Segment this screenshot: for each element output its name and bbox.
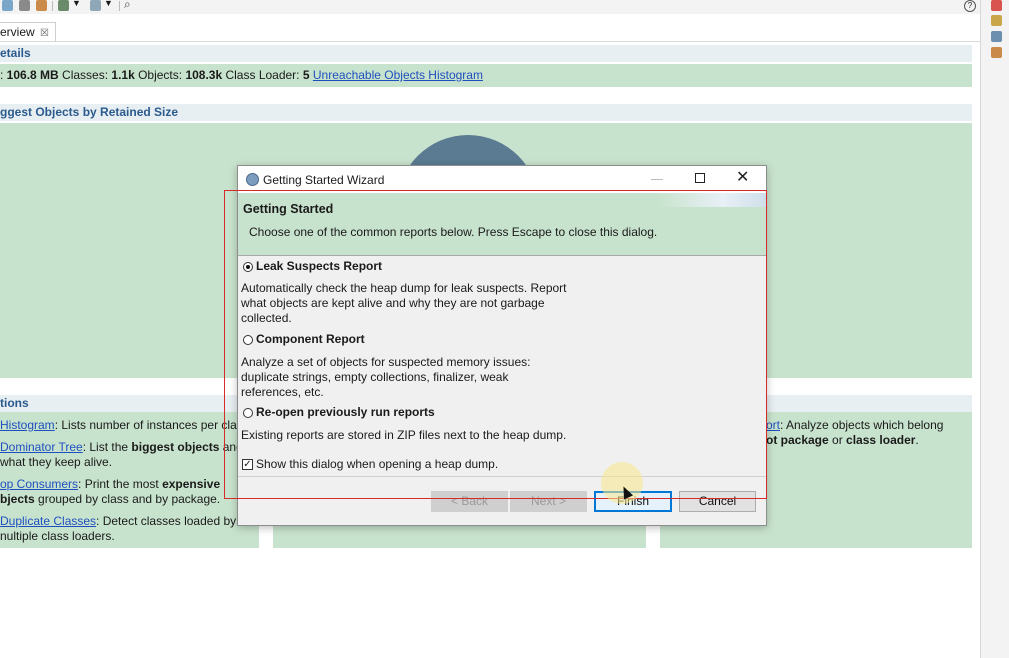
unreachable-histogram-link[interactable]: Unreachable Objects Histogram [313, 68, 483, 82]
details-section-header[interactable]: etails [0, 45, 972, 62]
tab-overview[interactable]: erview ☒ [0, 22, 56, 41]
class-loader-value: 5 [302, 68, 310, 82]
notes-icon[interactable] [991, 47, 1002, 58]
show-dialog-checkbox[interactable]: ✓ [242, 459, 253, 470]
objects-icon[interactable] [36, 0, 47, 11]
classes-value: 1.1k [111, 68, 135, 82]
dropdown-arrow-icon[interactable]: ▼ [104, 0, 113, 8]
outline-icon[interactable] [991, 31, 1002, 42]
action-dominator-tree: Dominator Tree: List the biggest objects… [0, 440, 243, 469]
header-banner-graphic [658, 193, 766, 207]
action-component-report: ort: Analyze objects which belong ot pac… [766, 418, 944, 447]
dialog-title: Getting Started Wizard [263, 173, 385, 187]
error-log-icon[interactable] [991, 0, 1002, 11]
help-icon[interactable]: ? [964, 0, 976, 12]
tab-divider [0, 41, 980, 42]
back-button[interactable]: < Back [431, 491, 508, 512]
query-icon[interactable] [19, 0, 30, 11]
action-top-consumers: op Consumers: Print the most expensive b… [0, 477, 221, 506]
reopen-reports-label[interactable]: Re-open previously run reports [256, 405, 435, 419]
run-icon[interactable] [90, 0, 101, 11]
maximize-icon[interactable] [695, 173, 705, 183]
minimize-icon[interactable] [651, 179, 663, 180]
component-report-link[interactable]: ort [766, 418, 780, 432]
duplicate-classes-link[interactable]: Duplicate Classes [0, 514, 96, 528]
dominator-tree-link[interactable]: Dominator Tree [0, 440, 83, 454]
leak-suspects-radio[interactable] [243, 262, 253, 272]
right-side-toolbar [980, 0, 1009, 658]
top-consumers-link[interactable]: op Consumers [0, 477, 78, 491]
biggest-objects-header-label: ggest Objects by Retained Size [0, 105, 179, 119]
getting-started-dialog: Getting Started Wizard ✕ Getting Started… [237, 165, 767, 526]
button-bar-separator [238, 476, 766, 477]
biggest-objects-section-header[interactable]: ggest Objects by Retained Size [0, 104, 972, 121]
close-icon[interactable]: ✕ [736, 169, 749, 187]
actions-header-label: tions [0, 396, 29, 410]
search-icon[interactable]: ⌕ [124, 0, 131, 12]
edit-icon[interactable] [991, 15, 1002, 26]
dialog-title-bar[interactable]: Getting Started Wizard ✕ [238, 166, 766, 193]
action-histogram: Histogram: Lists number of instances per… [0, 418, 243, 432]
leak-suspects-label[interactable]: Leak Suspects Report [256, 259, 382, 273]
reopen-reports-radio[interactable] [243, 408, 253, 418]
heap-size-value: 106.8 MB [6, 68, 59, 82]
details-header-label: etails [0, 46, 31, 60]
actions-panel-left: Histogram: Lists number of instances per… [0, 412, 259, 548]
objects-value: 108.3k [185, 68, 223, 82]
action-duplicate-classes: Duplicate Classes: Detect classes loaded… [0, 514, 237, 543]
dialog-header-title: Getting Started [243, 202, 334, 216]
tree-icon[interactable] [2, 0, 13, 11]
wizard-icon [246, 173, 259, 186]
details-line: : 106.8 MB Classes: 1.1k Objects: 108.3k… [0, 68, 483, 82]
dialog-header-panel: Getting Started Choose one of the common… [238, 193, 766, 256]
component-report-label[interactable]: Component Report [256, 332, 365, 346]
reopen-reports-description: Existing reports are stored in ZIP files… [241, 428, 567, 442]
histogram-link[interactable]: Histogram [0, 418, 55, 432]
show-dialog-label[interactable]: Show this dialog when opening a heap dum… [256, 457, 498, 471]
dropdown-arrow-icon[interactable]: ▼ [72, 0, 81, 8]
main-toolbar: ▼ ▼ ⌕ ? [0, 0, 980, 14]
leak-suspects-description: Automatically check the heap dump for le… [241, 281, 567, 325]
cancel-button[interactable]: Cancel [679, 491, 756, 512]
component-report-description: Analyze a set of objects for suspected m… [241, 355, 531, 399]
close-icon[interactable]: ☒ [40, 28, 49, 39]
next-button[interactable]: Next > [510, 491, 587, 512]
report-icon[interactable] [58, 0, 69, 11]
component-report-radio[interactable] [243, 335, 253, 345]
details-panel: : 106.8 MB Classes: 1.1k Objects: 108.3k… [0, 64, 972, 87]
dialog-header-description: Choose one of the common reports below. … [249, 225, 658, 239]
tab-label: erview [0, 25, 35, 39]
finish-button[interactable]: Finish [594, 491, 672, 512]
